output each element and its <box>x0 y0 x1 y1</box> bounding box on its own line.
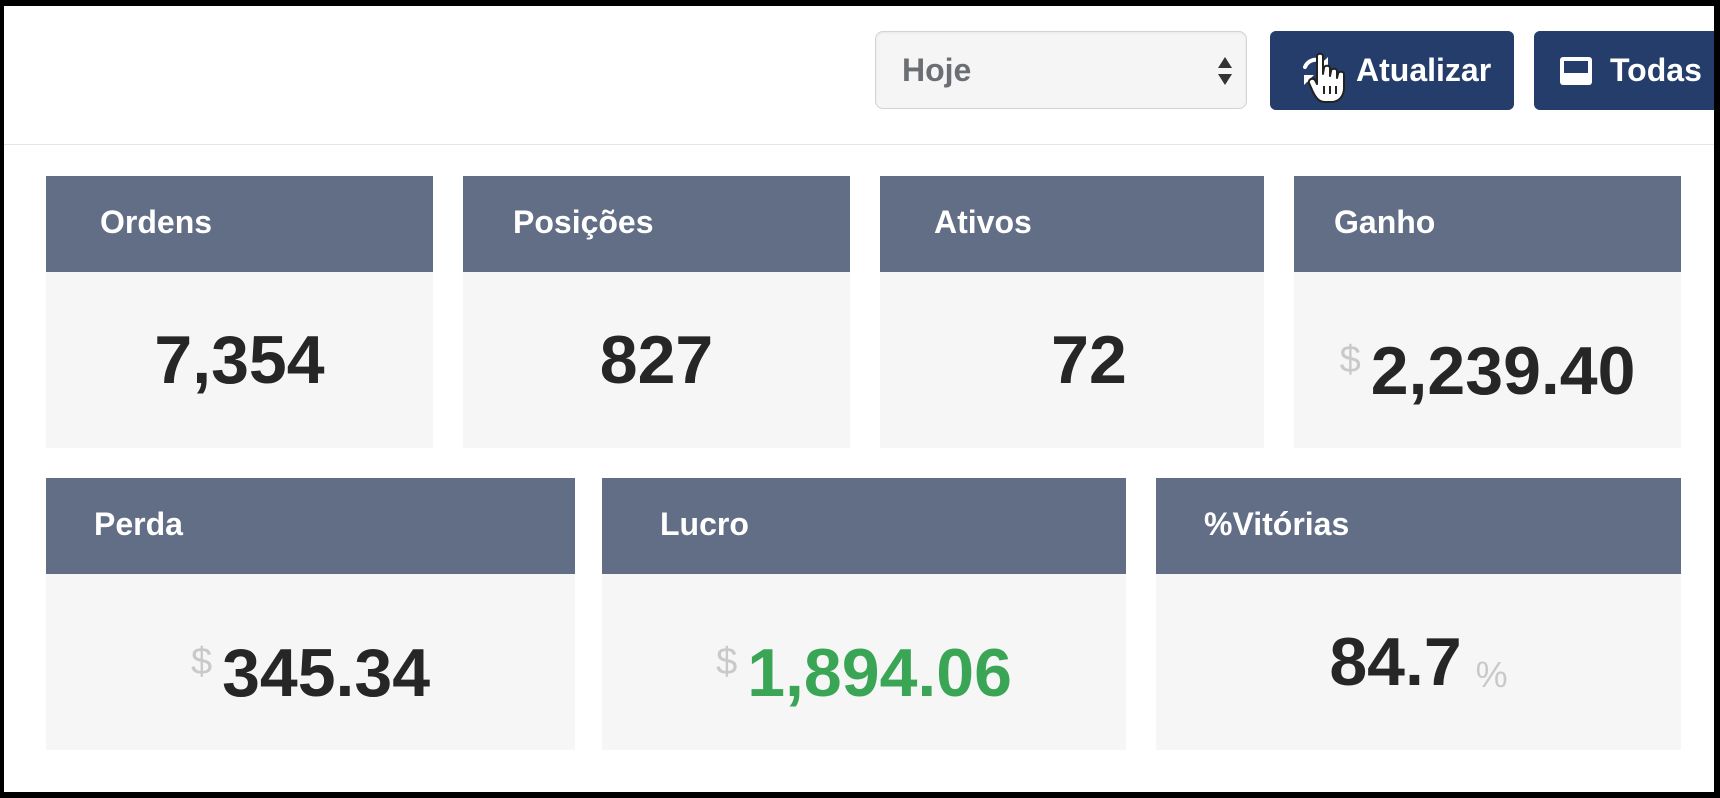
stat-card-title: Perda <box>46 478 575 574</box>
stat-card-title: Posições <box>463 176 850 272</box>
gain-title: Ganho <box>1334 204 1436 240</box>
loss-number: 345.34 <box>222 635 431 711</box>
win-rate-value: 84.7% <box>1156 574 1681 750</box>
loss-value: $345.34 <box>46 574 575 750</box>
positions-value: 827 <box>463 272 850 448</box>
dashboard-frame: Hoje Atualizar Todas Ordens 7,354 Posiçõ… <box>4 6 1714 792</box>
profit-value: $1,894.06 <box>602 574 1126 750</box>
stat-card-assets: Ativos 72 <box>880 176 1264 448</box>
assets-title: Ativos <box>934 204 1032 240</box>
assets-value: 72 <box>880 272 1264 448</box>
hand-pointer-icon <box>1308 52 1345 103</box>
win-rate-title: %Vitórias <box>1204 506 1350 542</box>
refresh-button[interactable]: Atualizar <box>1270 31 1514 110</box>
stat-card-loss: Perda $345.34 <box>46 478 575 750</box>
stat-card-orders: Ordens 7,354 <box>46 176 433 448</box>
assets-number: 72 <box>1051 322 1127 398</box>
stat-card-win-rate: %Vitórias 84.7% <box>1156 478 1681 750</box>
all-button[interactable]: Todas <box>1534 31 1714 110</box>
stat-card-title: Ordens <box>46 176 433 272</box>
win-rate-unit: % <box>1475 654 1508 695</box>
refresh-button-label: Atualizar <box>1356 52 1492 88</box>
gain-currency: $ <box>1339 339 1361 381</box>
loss-title: Perda <box>94 506 183 542</box>
gain-number: 2,239.40 <box>1370 333 1636 409</box>
toolbar: Hoje Atualizar Todas <box>4 6 1714 145</box>
positions-number: 827 <box>599 322 714 398</box>
win-rate-number: 84.7 <box>1329 624 1462 700</box>
stat-card-title: Lucro <box>602 478 1126 574</box>
profit-title: Lucro <box>660 506 749 542</box>
stat-card-title: Ganho <box>1294 176 1681 272</box>
orders-number: 7,354 <box>154 322 325 398</box>
all-button-label: Todas <box>1610 52 1702 88</box>
orders-value: 7,354 <box>46 272 433 448</box>
monitor-icon <box>1560 57 1592 85</box>
profit-currency: $ <box>716 641 738 683</box>
stat-card-gain: Ganho $2,239.40 <box>1294 176 1681 448</box>
sort-arrows-icon <box>1218 57 1232 85</box>
orders-title: Ordens <box>100 204 213 240</box>
stat-card-profit: Lucro $1,894.06 <box>602 478 1126 750</box>
stat-card-title: %Vitórias <box>1156 478 1681 574</box>
profit-number: 1,894.06 <box>747 635 1012 711</box>
stat-card-positions: Posições 827 <box>463 176 850 448</box>
period-select-value: Hoje <box>902 52 972 88</box>
period-select[interactable]: Hoje <box>875 31 1247 109</box>
positions-title: Posições <box>513 204 654 240</box>
loss-currency: $ <box>190 641 213 683</box>
gain-value: $2,239.40 <box>1294 272 1681 448</box>
stat-card-title: Ativos <box>880 176 1264 272</box>
